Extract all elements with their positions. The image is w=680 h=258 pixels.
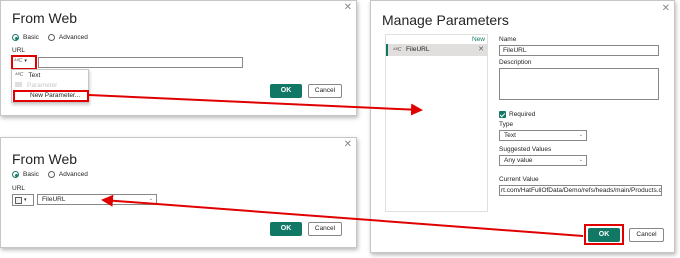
close-icon[interactable]: ✕ bbox=[344, 140, 352, 150]
current-value-label: Current Value bbox=[499, 176, 539, 183]
name-label: Name bbox=[499, 36, 517, 43]
radio-advanced-label: Advanced bbox=[58, 171, 88, 178]
menu-item-text[interactable]: ᴬᴮC Text bbox=[15, 72, 40, 79]
current-value-input[interactable]: rt.com/HatFullOfData/Demo/refs/heads/mai… bbox=[499, 185, 662, 196]
required-label: Required bbox=[509, 111, 536, 118]
ok-button[interactable]: OK bbox=[270, 84, 302, 98]
chevron-down-icon: ⌄ bbox=[578, 132, 583, 138]
close-icon[interactable]: ✕ bbox=[662, 4, 670, 14]
url-input[interactable] bbox=[38, 57, 243, 68]
ok-button[interactable]: OK bbox=[588, 228, 620, 242]
menu-item-parameter-label: Parameter bbox=[27, 82, 58, 88]
menu-item-text-label: Text bbox=[28, 72, 41, 79]
name-input[interactable]: FileURL bbox=[499, 45, 659, 56]
parameter-list: New ᴬᴮC FileURL ✕ bbox=[385, 34, 488, 212]
ok-button[interactable]: OK bbox=[270, 222, 302, 236]
chevron-down-icon: ▾ bbox=[24, 58, 27, 64]
menu-item-parameter: Parameter bbox=[15, 82, 57, 88]
dialog-title: From Web bbox=[12, 151, 78, 167]
type-select[interactable]: Text ⌄ bbox=[499, 130, 587, 141]
description-label: Description bbox=[499, 59, 532, 66]
cancel-button[interactable]: Cancel bbox=[629, 228, 664, 242]
cancel-button[interactable]: Cancel bbox=[308, 222, 342, 236]
radio-basic[interactable] bbox=[12, 171, 19, 178]
parameter-icon bbox=[15, 196, 22, 204]
type-menu: ᴬᴮC Text Parameter New Parameter... bbox=[11, 69, 89, 103]
abc-icon: ᴬᴮC bbox=[14, 58, 23, 64]
required-checkbox[interactable] bbox=[499, 111, 506, 118]
dialog-title: From Web bbox=[12, 10, 78, 26]
dialog-title: Manage Parameters bbox=[382, 12, 509, 28]
delete-icon[interactable]: ✕ bbox=[478, 45, 484, 53]
from-web-dialog-top: ✕ From Web Basic Advanced URL ᴬᴮC ▾ ᴬᴮC … bbox=[0, 0, 357, 116]
parameter-icon bbox=[15, 82, 22, 87]
chevron-down-icon: ⌄ bbox=[148, 196, 153, 202]
required-row: Required bbox=[499, 111, 535, 118]
parameter-list-item-label: FileURL bbox=[406, 46, 430, 53]
url-label: URL bbox=[12, 47, 26, 54]
url-mode-radios: Basic Advanced bbox=[12, 34, 93, 41]
type-label: Type bbox=[499, 121, 514, 128]
url-mode-radios: Basic Advanced bbox=[12, 171, 93, 178]
cancel-button[interactable]: Cancel bbox=[308, 84, 342, 98]
type-select-value: Text bbox=[504, 132, 516, 139]
suggested-values-value: Any value bbox=[504, 157, 533, 164]
from-web-dialog-bottom: ✕ From Web Basic Advanced URL ▾ FileURL … bbox=[0, 137, 357, 248]
close-icon[interactable]: ✕ bbox=[344, 3, 352, 13]
chevron-down-icon: ▾ bbox=[24, 197, 27, 203]
abc-icon: ᴬᴮC bbox=[393, 47, 402, 53]
parameter-select[interactable]: FileURL ⌄ bbox=[37, 194, 157, 205]
radio-basic[interactable] bbox=[12, 34, 19, 41]
chevron-down-icon: ⌄ bbox=[578, 157, 583, 163]
radio-advanced[interactable] bbox=[47, 34, 55, 41]
radio-basic-label: Basic bbox=[23, 34, 39, 41]
parameter-type-button[interactable]: ▾ bbox=[12, 194, 34, 206]
manage-parameters-dialog: ✕ Manage Parameters New ᴬᴮC FileURL ✕ Na… bbox=[370, 0, 675, 253]
new-parameter-link[interactable]: New bbox=[472, 36, 485, 43]
parameter-list-item[interactable]: ᴬᴮC FileURL ✕ bbox=[386, 44, 487, 56]
suggested-values-select[interactable]: Any value ⌄ bbox=[499, 155, 587, 166]
radio-advanced[interactable] bbox=[47, 171, 55, 178]
suggested-values-label: Suggested Values bbox=[499, 146, 552, 153]
url-type-button[interactable]: ᴬᴮC ▾ bbox=[14, 58, 27, 64]
radio-basic-label: Basic bbox=[23, 171, 39, 178]
abc-icon: ᴬᴮC bbox=[15, 72, 24, 78]
menu-item-new-parameter[interactable]: New Parameter... bbox=[30, 92, 80, 99]
parameter-select-value: FileURL bbox=[42, 196, 66, 203]
radio-advanced-label: Advanced bbox=[58, 34, 88, 41]
description-input[interactable] bbox=[499, 68, 659, 100]
url-label: URL bbox=[12, 185, 26, 192]
